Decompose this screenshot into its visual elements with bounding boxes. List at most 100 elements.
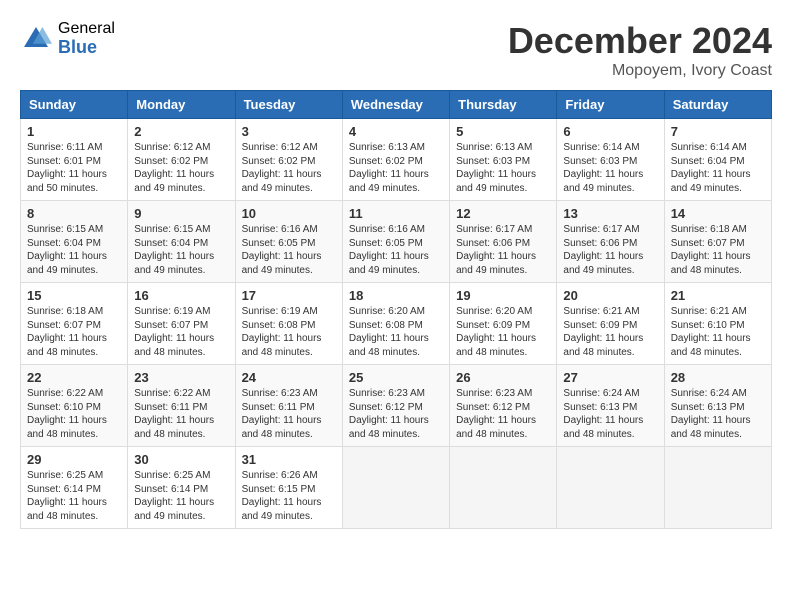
calendar-week-row: 15 Sunrise: 6:18 AM Sunset: 6:07 PM Dayl… (21, 283, 772, 365)
day-info: Sunrise: 6:16 AM Sunset: 6:05 PM Dayligh… (349, 223, 443, 277)
day-info: Sunrise: 6:15 AM Sunset: 6:04 PM Dayligh… (27, 223, 121, 277)
calendar-day-cell (557, 447, 664, 529)
day-info: Sunrise: 6:19 AM Sunset: 6:08 PM Dayligh… (242, 305, 336, 359)
day-number: 6 (563, 124, 657, 139)
day-info: Sunrise: 6:24 AM Sunset: 6:13 PM Dayligh… (671, 387, 765, 441)
day-of-week-header: Wednesday (342, 91, 449, 119)
logo-icon (20, 23, 52, 55)
calendar-day-cell: 16 Sunrise: 6:19 AM Sunset: 6:07 PM Dayl… (128, 283, 235, 365)
calendar-day-cell: 12 Sunrise: 6:17 AM Sunset: 6:06 PM Dayl… (450, 201, 557, 283)
day-number: 20 (563, 288, 657, 303)
calendar-week-row: 22 Sunrise: 6:22 AM Sunset: 6:10 PM Dayl… (21, 365, 772, 447)
day-info: Sunrise: 6:13 AM Sunset: 6:02 PM Dayligh… (349, 141, 443, 195)
day-info: Sunrise: 6:26 AM Sunset: 6:15 PM Dayligh… (242, 469, 336, 523)
calendar-day-cell: 27 Sunrise: 6:24 AM Sunset: 6:13 PM Dayl… (557, 365, 664, 447)
calendar-day-cell: 23 Sunrise: 6:22 AM Sunset: 6:11 PM Dayl… (128, 365, 235, 447)
calendar-day-cell: 26 Sunrise: 6:23 AM Sunset: 6:12 PM Dayl… (450, 365, 557, 447)
day-number: 23 (134, 370, 228, 385)
day-number: 18 (349, 288, 443, 303)
day-info: Sunrise: 6:20 AM Sunset: 6:09 PM Dayligh… (456, 305, 550, 359)
calendar-day-cell: 22 Sunrise: 6:22 AM Sunset: 6:10 PM Dayl… (21, 365, 128, 447)
day-number: 13 (563, 206, 657, 221)
day-number: 14 (671, 206, 765, 221)
day-number: 9 (134, 206, 228, 221)
day-info: Sunrise: 6:16 AM Sunset: 6:05 PM Dayligh… (242, 223, 336, 277)
day-info: Sunrise: 6:23 AM Sunset: 6:12 PM Dayligh… (456, 387, 550, 441)
logo-blue: Blue (58, 38, 115, 58)
day-info: Sunrise: 6:25 AM Sunset: 6:14 PM Dayligh… (134, 469, 228, 523)
calendar-day-cell: 17 Sunrise: 6:19 AM Sunset: 6:08 PM Dayl… (235, 283, 342, 365)
calendar-week-row: 29 Sunrise: 6:25 AM Sunset: 6:14 PM Dayl… (21, 447, 772, 529)
day-of-week-header: Thursday (450, 91, 557, 119)
calendar-day-cell (342, 447, 449, 529)
day-number: 5 (456, 124, 550, 139)
day-info: Sunrise: 6:18 AM Sunset: 6:07 PM Dayligh… (27, 305, 121, 359)
day-number: 24 (242, 370, 336, 385)
day-number: 7 (671, 124, 765, 139)
day-number: 3 (242, 124, 336, 139)
day-number: 31 (242, 452, 336, 467)
calendar-day-cell: 4 Sunrise: 6:13 AM Sunset: 6:02 PM Dayli… (342, 119, 449, 201)
calendar-day-cell: 21 Sunrise: 6:21 AM Sunset: 6:10 PM Dayl… (664, 283, 771, 365)
location: Mopoyem, Ivory Coast (508, 62, 772, 80)
calendar-day-cell: 19 Sunrise: 6:20 AM Sunset: 6:09 PM Dayl… (450, 283, 557, 365)
day-number: 28 (671, 370, 765, 385)
title-area: December 2024 Mopoyem, Ivory Coast (508, 20, 772, 80)
logo: General Blue (20, 20, 115, 57)
calendar-day-cell: 7 Sunrise: 6:14 AM Sunset: 6:04 PM Dayli… (664, 119, 771, 201)
calendar-day-cell: 31 Sunrise: 6:26 AM Sunset: 6:15 PM Dayl… (235, 447, 342, 529)
day-of-week-header: Saturday (664, 91, 771, 119)
day-number: 15 (27, 288, 121, 303)
calendar-day-cell: 9 Sunrise: 6:15 AM Sunset: 6:04 PM Dayli… (128, 201, 235, 283)
calendar-day-cell: 14 Sunrise: 6:18 AM Sunset: 6:07 PM Dayl… (664, 201, 771, 283)
calendar-day-cell: 5 Sunrise: 6:13 AM Sunset: 6:03 PM Dayli… (450, 119, 557, 201)
day-info: Sunrise: 6:22 AM Sunset: 6:11 PM Dayligh… (134, 387, 228, 441)
page-header: General Blue December 2024 Mopoyem, Ivor… (20, 20, 772, 80)
logo-text: General Blue (58, 20, 115, 57)
calendar-day-cell: 2 Sunrise: 6:12 AM Sunset: 6:02 PM Dayli… (128, 119, 235, 201)
day-info: Sunrise: 6:17 AM Sunset: 6:06 PM Dayligh… (456, 223, 550, 277)
day-info: Sunrise: 6:12 AM Sunset: 6:02 PM Dayligh… (134, 141, 228, 195)
day-number: 8 (27, 206, 121, 221)
day-number: 1 (27, 124, 121, 139)
day-number: 10 (242, 206, 336, 221)
calendar-day-cell: 11 Sunrise: 6:16 AM Sunset: 6:05 PM Dayl… (342, 201, 449, 283)
calendar-day-cell: 13 Sunrise: 6:17 AM Sunset: 6:06 PM Dayl… (557, 201, 664, 283)
day-info: Sunrise: 6:15 AM Sunset: 6:04 PM Dayligh… (134, 223, 228, 277)
calendar-day-cell: 8 Sunrise: 6:15 AM Sunset: 6:04 PM Dayli… (21, 201, 128, 283)
day-info: Sunrise: 6:19 AM Sunset: 6:07 PM Dayligh… (134, 305, 228, 359)
day-info: Sunrise: 6:18 AM Sunset: 6:07 PM Dayligh… (671, 223, 765, 277)
day-number: 22 (27, 370, 121, 385)
day-info: Sunrise: 6:20 AM Sunset: 6:08 PM Dayligh… (349, 305, 443, 359)
calendar-day-cell (664, 447, 771, 529)
day-number: 16 (134, 288, 228, 303)
day-info: Sunrise: 6:17 AM Sunset: 6:06 PM Dayligh… (563, 223, 657, 277)
day-info: Sunrise: 6:21 AM Sunset: 6:09 PM Dayligh… (563, 305, 657, 359)
logo-general: General (58, 20, 115, 38)
day-number: 19 (456, 288, 550, 303)
calendar-day-cell: 20 Sunrise: 6:21 AM Sunset: 6:09 PM Dayl… (557, 283, 664, 365)
calendar-day-cell: 30 Sunrise: 6:25 AM Sunset: 6:14 PM Dayl… (128, 447, 235, 529)
day-info: Sunrise: 6:11 AM Sunset: 6:01 PM Dayligh… (27, 141, 121, 195)
calendar-day-cell: 24 Sunrise: 6:23 AM Sunset: 6:11 PM Dayl… (235, 365, 342, 447)
day-number: 30 (134, 452, 228, 467)
calendar-table: SundayMondayTuesdayWednesdayThursdayFrid… (20, 90, 772, 529)
day-of-week-header: Friday (557, 91, 664, 119)
day-number: 29 (27, 452, 121, 467)
calendar-day-cell: 18 Sunrise: 6:20 AM Sunset: 6:08 PM Dayl… (342, 283, 449, 365)
day-number: 17 (242, 288, 336, 303)
month-title: December 2024 (508, 20, 772, 62)
day-info: Sunrise: 6:23 AM Sunset: 6:11 PM Dayligh… (242, 387, 336, 441)
day-number: 4 (349, 124, 443, 139)
day-info: Sunrise: 6:13 AM Sunset: 6:03 PM Dayligh… (456, 141, 550, 195)
calendar-day-cell: 15 Sunrise: 6:18 AM Sunset: 6:07 PM Dayl… (21, 283, 128, 365)
day-number: 25 (349, 370, 443, 385)
day-info: Sunrise: 6:12 AM Sunset: 6:02 PM Dayligh… (242, 141, 336, 195)
day-of-week-header: Sunday (21, 91, 128, 119)
day-info: Sunrise: 6:24 AM Sunset: 6:13 PM Dayligh… (563, 387, 657, 441)
day-info: Sunrise: 6:25 AM Sunset: 6:14 PM Dayligh… (27, 469, 121, 523)
day-number: 26 (456, 370, 550, 385)
calendar-day-cell: 10 Sunrise: 6:16 AM Sunset: 6:05 PM Dayl… (235, 201, 342, 283)
calendar-day-cell: 25 Sunrise: 6:23 AM Sunset: 6:12 PM Dayl… (342, 365, 449, 447)
day-number: 11 (349, 206, 443, 221)
